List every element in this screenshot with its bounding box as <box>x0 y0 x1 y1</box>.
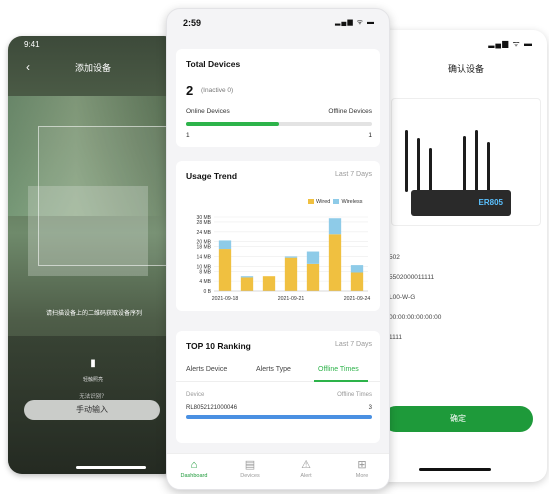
home-indicator <box>419 468 491 471</box>
online-progress-bar <box>186 122 372 126</box>
dashboard-screen: 2:59 ▂▄▆ ᯤ ▬ Total Devices 2 (Inactive 0… <box>166 8 390 490</box>
online-progress-fill <box>186 122 279 126</box>
tab-offline-times[interactable]: Offline Times <box>318 366 359 373</box>
antenna-icon <box>463 136 466 192</box>
nav-label: Dashboard <box>180 473 208 479</box>
ranking-value: 3 <box>368 405 372 411</box>
bar-wired <box>240 277 254 291</box>
online-label: Online Devices <box>186 108 230 115</box>
bar-wireless <box>240 276 254 278</box>
bar-wireless <box>306 251 320 264</box>
offline-label: Offline Devices <box>328 108 372 115</box>
active-tab-underline <box>314 380 368 382</box>
alert-icon: ⚠ <box>301 459 311 471</box>
legend-swatch-wireless <box>333 199 340 204</box>
legend-label-wireless: Wireless <box>341 199 363 205</box>
x-tick-label: 2021-09-21 <box>278 296 305 302</box>
bar-wireless <box>218 240 232 250</box>
page-title: 添加设备 <box>74 63 111 73</box>
bar-wired <box>306 263 320 291</box>
total-count: 2 <box>186 83 194 98</box>
bar-wireless <box>284 256 298 258</box>
status-icons: ▂▄▆ ᯤ ▬ <box>334 19 375 26</box>
legend-label-wired: Wired <box>316 199 331 205</box>
bar-wired <box>262 276 276 291</box>
y-tick-label: 4 MB <box>199 279 211 285</box>
bar-wired <box>218 249 232 291</box>
y-tick-label: 10 MB <box>197 264 212 270</box>
ranking-bar <box>186 415 372 419</box>
router-brand: ER805 <box>478 198 503 207</box>
scan-frame <box>38 126 176 266</box>
status-time: 9:41 <box>24 40 40 49</box>
bar-wired <box>284 257 298 291</box>
more-icon: ⊞ <box>357 459 367 471</box>
manual-input-button[interactable]: 手动输入 <box>24 400 160 420</box>
antenna-icon <box>487 142 490 192</box>
home-icon: ⌂ <box>190 459 198 471</box>
period-label: Last 7 Days <box>335 341 372 348</box>
inactive-count: (Inactive 0) <box>201 87 234 94</box>
card-title: TOP 10 Ranking <box>186 341 251 351</box>
y-tick-label: 14 MB <box>197 254 212 260</box>
confirm-button[interactable]: 确定 <box>385 406 533 432</box>
period-label: Last 7 Days <box>335 171 372 178</box>
y-tick-label: 0 B <box>203 289 211 295</box>
tab-alerts-type[interactable]: Alerts Type <box>256 366 291 373</box>
confirm-device-screen: ▂▄▆ ᯤ ▬ 确认设备 ER805 502 5502000011111 L00… <box>385 30 547 482</box>
device-model: 502 <box>389 254 400 261</box>
status-time: 2:59 <box>183 18 202 28</box>
no-qr-text: 无法识别？ <box>79 394 107 400</box>
page-title: 确认设备 <box>447 64 484 74</box>
online-count: 1 <box>186 132 190 139</box>
column-device: Device <box>186 392 205 398</box>
y-tick-label: 24 MB <box>197 230 212 236</box>
nav-label: More <box>355 473 369 479</box>
devices-icon: ▤ <box>244 459 256 471</box>
home-indicator <box>76 466 146 469</box>
legend-swatch-wired <box>308 199 314 204</box>
flashlight-icon[interactable]: ▮ <box>8 358 178 369</box>
scan-hint: 请扫描设备上的二维码获取设备序列 <box>46 311 143 317</box>
device-mac: 00:00:00:00:00:00 <box>389 314 442 321</box>
nav-devices[interactable]: ▤ Devices <box>227 458 273 479</box>
card-title: Total Devices <box>186 59 241 69</box>
card-title: Usage Trend <box>186 171 238 181</box>
bottom-nav: ⌂ Dashboard ▤ Devices ⚠ Alert ⊞ More <box>167 453 389 489</box>
bar-wireless <box>328 218 342 235</box>
ranking-tabs: Alerts Device Alerts Type Offline Times <box>176 366 380 382</box>
top10-card[interactable]: TOP 10 Ranking Last 7 Days Alerts Device… <box>176 331 380 443</box>
column-offline-times: Offline Times <box>337 392 372 398</box>
ranking-device-name[interactable]: RL8052121000046 <box>186 405 237 411</box>
bar-wired <box>328 234 342 291</box>
x-tick-label: 2021-09-24 <box>344 296 371 302</box>
device-product: L00-W-G <box>389 294 416 301</box>
nav-label: Devices <box>240 473 260 479</box>
flashlight-label: 轻触照亮 <box>82 377 103 383</box>
usage-trend-card[interactable]: Usage Trend Last 7 Days Wired Wireless 0… <box>176 161 380 311</box>
y-tick-label: 30 MB <box>197 215 212 221</box>
offline-count: 1 <box>368 132 372 139</box>
status-icons: ▂▄▆ ᯤ ▬ <box>488 39 533 48</box>
antenna-icon <box>417 138 420 192</box>
antenna-icon <box>475 130 478 192</box>
chart-legend: Wired Wireless <box>308 199 363 205</box>
nav-more[interactable]: ⊞ More <box>339 458 385 479</box>
nav-label: Alert <box>300 473 312 479</box>
y-tick-label: 20 MB <box>197 240 212 246</box>
nav-dashboard[interactable]: ⌂ Dashboard <box>171 458 217 479</box>
bar-wired <box>350 272 364 291</box>
usage-chart: 0 B4 MB8 MB10 MB14 MB18 MB20 MB24 MB28 M… <box>197 215 371 302</box>
total-devices-card[interactable]: Total Devices 2 (Inactive 0) Online Devi… <box>176 49 380 147</box>
antenna-icon <box>429 148 432 192</box>
antenna-icon <box>405 130 408 192</box>
router-icon: ER805 <box>411 190 511 216</box>
tab-alerts-device[interactable]: Alerts Device <box>186 366 227 373</box>
x-tick-label: 2021-09-18 <box>212 296 239 302</box>
bar-wireless <box>350 265 364 273</box>
scan-screen: 9:41 ‹ 添加设备 请扫描设备上的二维码获取设备序列 ▮ 轻触照亮 手动输入… <box>8 36 178 474</box>
nav-alert[interactable]: ⚠ Alert <box>283 458 329 479</box>
device-serial: 5502000011111 <box>389 274 435 281</box>
device-imei: 1111 <box>389 334 403 341</box>
